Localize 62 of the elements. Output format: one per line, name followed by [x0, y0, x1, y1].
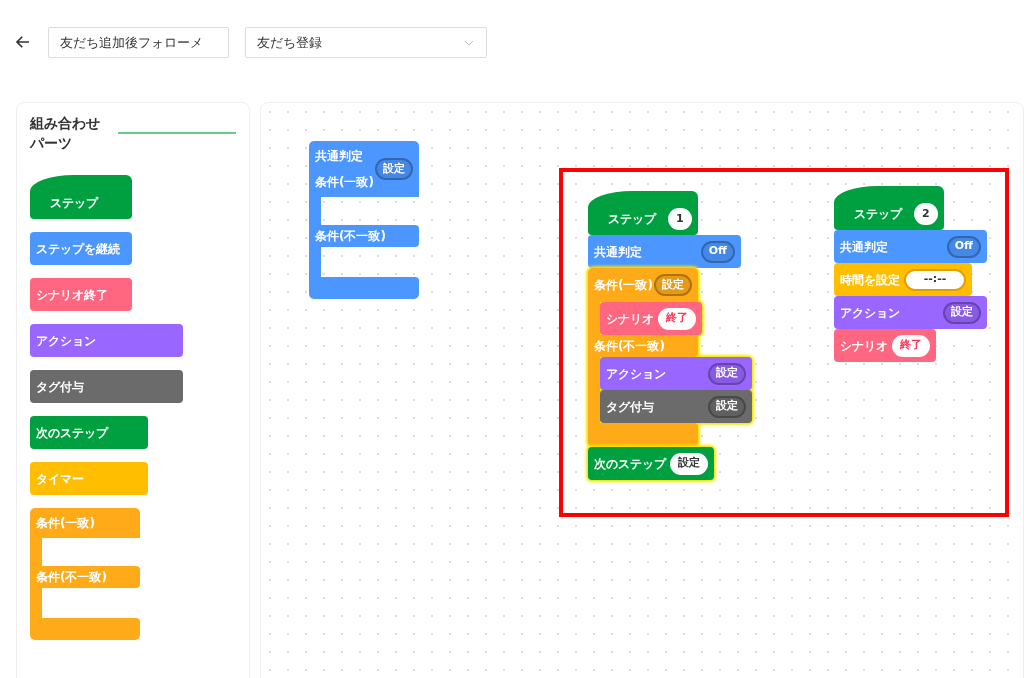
code-block[interactable]: シナリオ 終了 [600, 302, 702, 335]
block-label: 条件(不一致) [315, 228, 386, 245]
block-label: 条件(不一致) [36, 569, 107, 586]
value-pill[interactable]: Off [700, 240, 735, 263]
code-block[interactable]: 次のステップ [30, 416, 148, 449]
block-label: 次のステップ [594, 455, 666, 473]
block-label: タグ付与 [606, 398, 654, 416]
code-block[interactable]: 次のステップ 設定 [588, 447, 714, 480]
value-pill[interactable]: 設定 [943, 301, 981, 324]
value-pill[interactable]: 設定 [375, 158, 413, 180]
block-label: ステップを継続 [36, 240, 120, 258]
value-pill[interactable]: 設定 [654, 274, 692, 296]
block-label: 共通判定 [840, 238, 888, 256]
code-block[interactable]: タグ付与 設定 [600, 390, 752, 423]
code-block[interactable]: 共通判定 Off [834, 230, 987, 263]
step-hat-block[interactable]: ステップ [30, 175, 132, 219]
code-block[interactable]: 共通判定 Off [588, 235, 741, 268]
block-label: ステップ [50, 195, 98, 212]
palette-title: 組み合わせパーツ [30, 114, 101, 153]
condition-block-top[interactable]: 条件(一致) [30, 508, 140, 538]
block-label: 条件(不一致) [594, 338, 665, 355]
step-hat-block[interactable]: ステップ 2 [834, 186, 944, 230]
code-block[interactable]: アクション 設定 [600, 357, 752, 390]
time-field[interactable]: --:-- [904, 268, 966, 291]
block-label: シナリオ終了 [36, 286, 108, 304]
value-pill[interactable]: 設定 [670, 452, 708, 475]
block-label: アクション [36, 332, 96, 350]
block-label: アクション [840, 304, 900, 322]
code-block[interactable]: ステップを継続 [30, 232, 132, 265]
block-label: タイマー [36, 470, 84, 488]
value-pill[interactable]: 終了 [658, 307, 696, 330]
value-pill[interactable]: Off [946, 235, 981, 258]
value-pill[interactable]: 終了 [892, 334, 930, 357]
value-pill[interactable]: 1 [668, 208, 692, 230]
block-label: 共通判定 [594, 243, 642, 261]
value-pill[interactable]: 設定 [708, 362, 746, 385]
block-label: 時間を設定 [840, 271, 900, 289]
code-block[interactable]: タグ付与 [30, 370, 183, 403]
block-label: シナリオ [606, 310, 654, 328]
back-arrow-icon[interactable] [14, 33, 32, 51]
block-label: ステップ [854, 206, 902, 223]
block-label: 共通判定 [315, 148, 364, 165]
scenario-name-field[interactable]: 友だち追加後フォローメ [48, 27, 229, 58]
code-block[interactable]: アクション 設定 [834, 296, 987, 329]
trigger-select[interactable]: 友だち登録 [245, 27, 487, 58]
code-block[interactable]: シナリオ 終了 [834, 329, 936, 362]
block-label: 条件(一致) [594, 277, 653, 294]
code-block[interactable]: 時間を設定 --:-- [834, 263, 972, 296]
block-label: 条件(一致) [315, 174, 374, 191]
block-label: 次のステップ [36, 424, 108, 442]
value-pill[interactable]: 2 [914, 203, 938, 225]
value-pill[interactable]: 設定 [708, 395, 746, 418]
block-label: 条件(一致) [36, 515, 95, 532]
code-block[interactable]: シナリオ終了 [30, 278, 132, 311]
block-label: アクション [606, 365, 666, 383]
condition-block-top[interactable]: 共通判定 条件(一致) 設定 [309, 141, 419, 197]
step-hat-block[interactable]: ステップ 1 [588, 191, 698, 235]
condition-block-top[interactable]: 条件(一致) 設定 [588, 268, 698, 302]
block-label: シナリオ [840, 337, 888, 355]
code-block[interactable]: アクション [30, 324, 183, 357]
block-label: ステップ [608, 211, 656, 228]
block-label: タグ付与 [36, 378, 84, 396]
